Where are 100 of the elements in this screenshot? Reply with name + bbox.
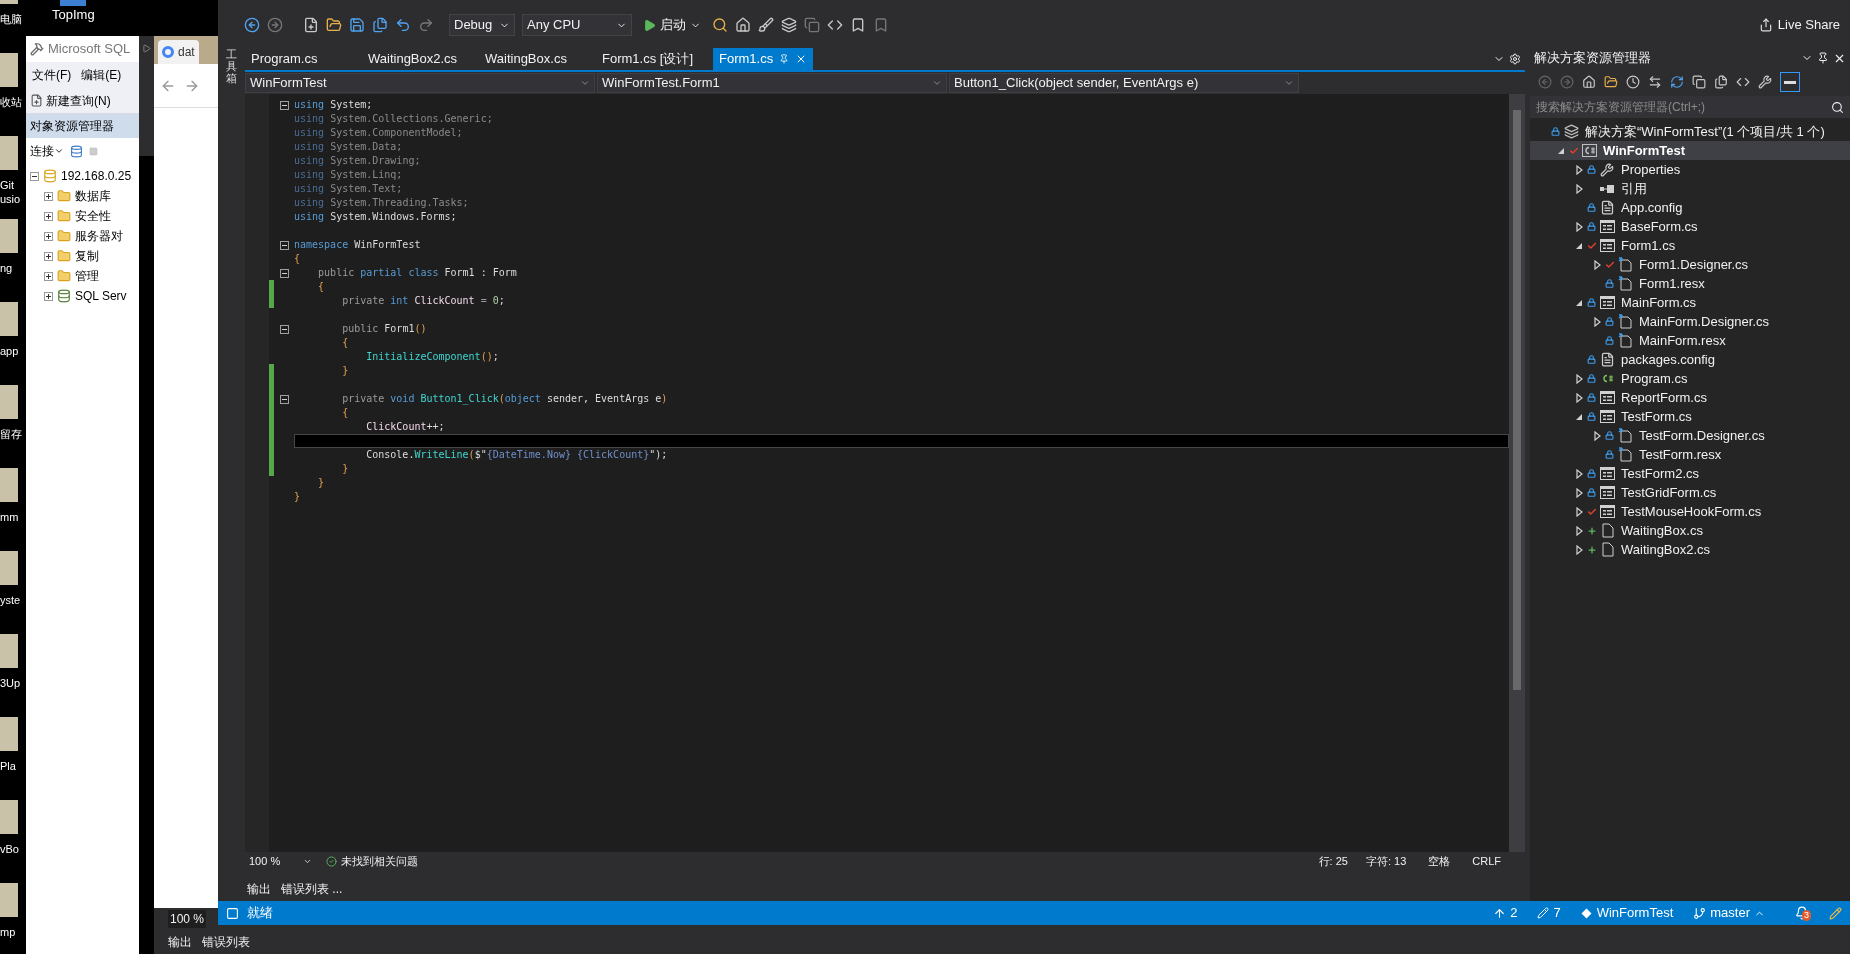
desktop-icon-label[interactable]: vBo (0, 842, 26, 856)
desktop-icon-label[interactable]: Git usio (0, 178, 26, 206)
desktop-icon-label[interactable]: 3Up (0, 676, 26, 690)
indent-indicator[interactable]: 空格 (1428, 852, 1451, 870)
collapsed-arrow-icon[interactable] (1575, 487, 1583, 498)
tree-item[interactable]: packages.config (1530, 350, 1850, 369)
browser-tab[interactable]: dat (158, 40, 199, 64)
branch-indicator[interactable]: master (1693, 903, 1765, 923)
expanded-arrow-icon[interactable] (1575, 241, 1583, 250)
tree-item[interactable]: WaitingBox.cs (1530, 521, 1850, 540)
tree-item[interactable]: TestForm.cs (1530, 407, 1850, 426)
file-tab[interactable]: Program.cs (245, 48, 362, 70)
search-field[interactable]: 搜索解决方案资源管理器(Ctrl+;) (1530, 96, 1850, 118)
navigation-dropdown[interactable]: WinFormTest (245, 73, 595, 93)
collapsed-arrow-icon[interactable] (1575, 373, 1583, 384)
panel-tab[interactable]: 错误列表 ... (281, 880, 343, 898)
find-icon[interactable] (712, 17, 728, 33)
zoom-level[interactable]: 100 % (168, 910, 207, 928)
wrench-icon[interactable] (1758, 75, 1772, 89)
collapsed-arrow-icon[interactable] (1575, 183, 1583, 194)
collapse-all-icon[interactable] (1692, 75, 1706, 89)
tree-item[interactable]: 安全性 (26, 206, 139, 226)
navigation-dropdown[interactable]: Button1_Click(object sender, EventArgs e) (949, 73, 1299, 93)
expand-box-icon[interactable] (30, 171, 39, 181)
tree-item[interactable]: Form1.Designer.cs (1530, 255, 1850, 274)
line-ending-indicator[interactable]: CRLF (1472, 852, 1501, 870)
panel-tab[interactable]: 错误列表 (202, 933, 250, 951)
tree-item[interactable]: App.config (1530, 198, 1850, 217)
collapsed-arrow-icon[interactable] (1593, 316, 1601, 327)
tree-item[interactable]: TestGridForm.cs (1530, 483, 1850, 502)
tree-item[interactable]: TestForm.Designer.cs (1530, 426, 1850, 445)
undo-icon[interactable] (395, 17, 411, 33)
collapsed-arrow-icon[interactable] (1575, 525, 1583, 536)
expanded-arrow-icon[interactable] (1575, 412, 1583, 421)
tree-item[interactable]: TestForm.resx (1530, 445, 1850, 464)
collapsed-arrow-icon[interactable] (1593, 430, 1601, 441)
tree-item[interactable]: Form1.resx (1530, 274, 1850, 293)
sync-icon[interactable] (1648, 75, 1662, 89)
file-tab[interactable]: Form1.cs [设计] (596, 48, 713, 70)
tree-item[interactable]: SQL Serv (26, 286, 139, 306)
panel-tab[interactable]: 输出 (168, 933, 192, 951)
collapsed-arrow-icon[interactable] (1593, 259, 1601, 270)
new-project-icon[interactable] (303, 17, 319, 33)
copy-icon[interactable] (804, 17, 820, 33)
collapse-icon[interactable] (279, 100, 289, 110)
collapsed-arrow-icon[interactable] (1575, 221, 1583, 232)
expand-box-icon[interactable] (44, 211, 53, 221)
tree-item[interactable]: 引用 (1530, 179, 1850, 198)
pushes-indicator[interactable]: 2 (1493, 903, 1518, 923)
tree-item[interactable]: 数据库 (26, 186, 139, 206)
expand-box-icon[interactable] (44, 251, 53, 261)
bookmark-icon[interactable] (850, 17, 866, 33)
repository-indicator[interactable]: WinFormTest (1580, 903, 1674, 923)
desktop-app-icon[interactable] (60, 0, 87, 6)
tree-item[interactable]: MainForm.Designer.cs (1530, 312, 1850, 331)
tree-item[interactable]: ReportForm.cs (1530, 388, 1850, 407)
tree-item[interactable]: Properties (1530, 160, 1850, 179)
tree-item[interactable]: MainForm.resx (1530, 331, 1850, 350)
collapsed-arrow-icon[interactable] (1575, 506, 1583, 517)
tree-item[interactable]: 192.168.0.25 (26, 166, 139, 186)
issues-status[interactable]: 未找到相关问题 (326, 852, 418, 870)
platform-dropdown[interactable]: Any CPU (522, 14, 632, 36)
collapsed-arrow-icon[interactable] (1575, 468, 1583, 479)
tree-item[interactable]: BaseForm.cs (1530, 217, 1850, 236)
expand-box-icon[interactable] (44, 191, 53, 201)
desktop-icon-label[interactable]: mp (0, 925, 26, 939)
collapsed-arrow-icon[interactable] (1575, 164, 1583, 175)
code-icon[interactable] (827, 17, 843, 33)
tree-item[interactable]: 服务器对 (26, 226, 139, 246)
configuration-dropdown[interactable]: Debug (449, 14, 515, 36)
live-share-button[interactable]: Live Share (1758, 15, 1840, 35)
collapse-icon[interactable] (279, 240, 289, 250)
save-icon[interactable] (349, 17, 365, 33)
tree-item[interactable]: Program.cs (1530, 369, 1850, 388)
refresh-icon[interactable] (1670, 75, 1684, 89)
code-icon[interactable] (1736, 75, 1750, 89)
brush-icon[interactable] (758, 17, 774, 33)
desktop-icon-label[interactable]: TopImg (52, 6, 95, 24)
desktop-icon-label[interactable]: Pla (0, 759, 26, 773)
desktop-icon-label[interactable]: 电脑 (0, 12, 26, 26)
settings-icon[interactable] (1509, 53, 1521, 65)
forward-icon[interactable] (267, 17, 283, 33)
layers-icon[interactable] (781, 17, 797, 33)
feedback-icon[interactable] (1829, 906, 1842, 920)
tree-item[interactable]: 解决方案“WinFormTest”(1 个项目/共 1 个) (1530, 122, 1850, 141)
expand-box-icon[interactable] (44, 271, 53, 281)
pin-icon[interactable] (1817, 52, 1829, 64)
panel-tab[interactable]: 输出 (247, 880, 271, 898)
menu-item[interactable]: 文件(F) (32, 66, 72, 84)
desktop-icon-label[interactable]: ng (0, 261, 26, 275)
home-icon[interactable] (1582, 75, 1596, 89)
tree-item[interactable]: TestMouseHookForm.cs (1530, 502, 1850, 521)
collapsed-arrow-icon[interactable] (1575, 544, 1583, 555)
redo-icon[interactable] (418, 17, 434, 33)
back-icon[interactable] (244, 17, 260, 33)
open-folder-icon[interactable] (326, 17, 342, 33)
zoom-level[interactable]: 100 % (245, 852, 303, 870)
changes-indicator[interactable]: 7 (1537, 903, 1561, 923)
expand-box-icon[interactable] (44, 231, 53, 241)
collapse-icon[interactable] (279, 394, 289, 404)
